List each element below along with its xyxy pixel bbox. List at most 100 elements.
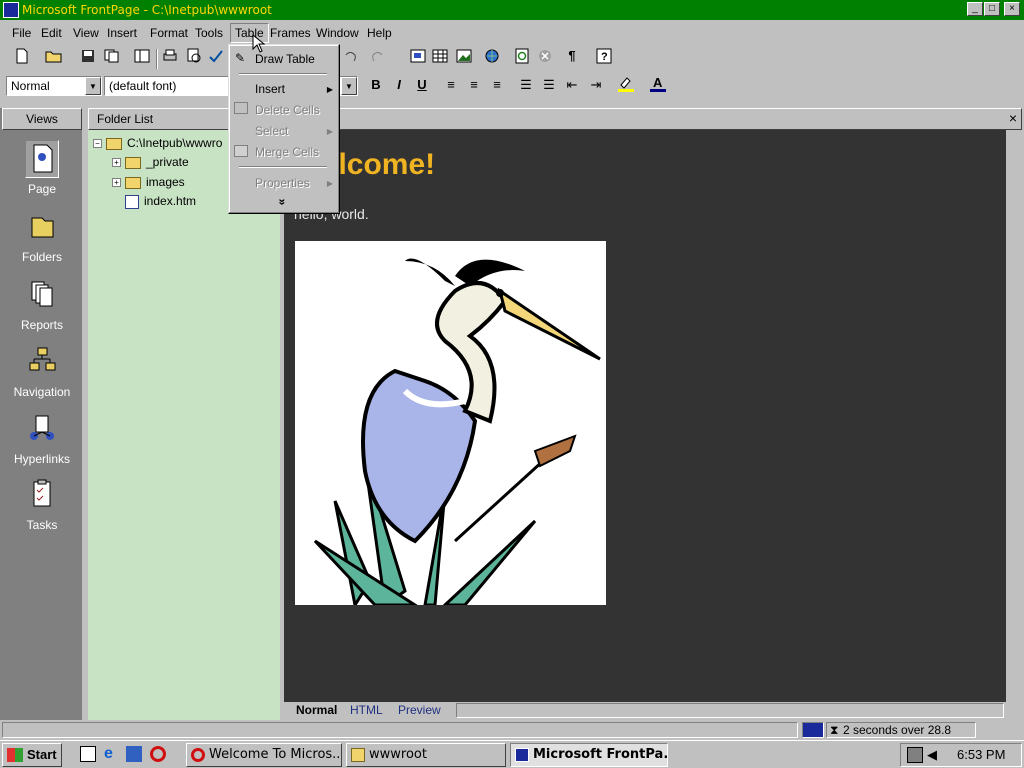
menu-help[interactable]: Help — [367, 26, 392, 40]
html-file-icon — [125, 194, 139, 209]
help-icon[interactable]: ? — [594, 46, 614, 66]
heron-clipart-image[interactable] — [295, 241, 606, 610]
highlight-color-icon[interactable] — [616, 75, 636, 95]
tab-html[interactable]: HTML — [350, 703, 383, 717]
menu-edit[interactable]: Edit — [41, 26, 62, 40]
svg-text:A: A — [653, 75, 663, 90]
view-folders[interactable]: Folders — [0, 210, 84, 264]
vertical-scrollbar[interactable] — [1006, 130, 1022, 702]
tab-preview[interactable]: Preview — [398, 703, 441, 717]
font-value: (default font) — [109, 79, 177, 93]
taskbar: Start e Welcome To Micros... wwwroot Mic… — [0, 740, 1024, 768]
tree-root[interactable]: − C:\Inetpub\wwwro — [93, 134, 222, 152]
task-label: wwwroot — [369, 747, 427, 762]
font-color-icon[interactable]: A — [648, 75, 668, 95]
refresh-icon[interactable] — [512, 46, 532, 66]
menu-insert-submenu[interactable]: Insert — [255, 82, 285, 96]
insert-table-icon[interactable] — [430, 46, 450, 66]
increase-indent-icon[interactable]: ⇥ — [586, 75, 606, 95]
frontpage-app-icon[interactable] — [3, 2, 19, 18]
hyperlink-icon[interactable] — [482, 46, 502, 66]
expand-menu-chevron-icon[interactable]: » — [275, 199, 289, 206]
bold-icon[interactable]: B — [366, 75, 386, 95]
expand-icon[interactable]: + — [112, 178, 121, 188]
maximize-button[interactable]: □ — [984, 2, 1000, 16]
menu-tools[interactable]: Tools — [195, 26, 223, 40]
close-editor-icon[interactable]: × — [1009, 110, 1017, 126]
menu-insert[interactable]: Insert — [107, 26, 137, 40]
view-page[interactable]: Page — [0, 140, 84, 196]
menu-view[interactable]: View — [73, 26, 99, 40]
open-icon[interactable] — [44, 46, 64, 66]
menu-delete-cells[interactable]: Delete Cells — [255, 103, 320, 117]
close-button[interactable]: × — [1004, 2, 1020, 16]
volume-icon[interactable]: ◀ — [927, 747, 941, 763]
tree-item-label: _private — [146, 155, 189, 169]
align-left-icon[interactable]: ≡ — [441, 75, 461, 95]
spelling-icon[interactable] — [206, 46, 226, 66]
menu-window[interactable]: Window — [316, 26, 359, 40]
view-tasks[interactable]: Tasks — [0, 478, 84, 532]
menu-merge-cells[interactable]: Merge Cells — [255, 145, 319, 159]
expand-icon[interactable]: + — [112, 158, 121, 168]
style-dropdown[interactable]: Normal ▼ — [6, 76, 102, 96]
network-icon[interactable] — [907, 747, 923, 763]
show-all-pilcrow-icon[interactable]: ¶ — [562, 46, 582, 66]
table-menu-dropdown: ✎ Draw Table Insert ▶ Delete Cells Selec… — [228, 44, 340, 214]
menu-format[interactable]: Format — [150, 26, 188, 40]
view-reports[interactable]: Reports — [0, 278, 84, 332]
save-icon[interactable] — [78, 46, 98, 66]
menu-properties-submenu[interactable]: Properties — [255, 176, 310, 190]
tree-item-images[interactable]: + images — [112, 173, 185, 191]
outlook-express-icon[interactable] — [80, 746, 96, 762]
italic-icon[interactable]: I — [389, 75, 409, 95]
internet-explorer-icon[interactable]: e — [104, 745, 120, 763]
insert-picture-icon[interactable] — [454, 46, 474, 66]
redo-icon[interactable] — [368, 46, 388, 66]
stop-icon[interactable] — [535, 46, 555, 66]
tab-normal[interactable]: Normal — [296, 703, 337, 717]
merge-cells-icon — [234, 145, 248, 157]
undo-icon[interactable] — [340, 46, 360, 66]
collapse-icon[interactable]: − — [93, 139, 102, 149]
window-title: Microsoft FrontPage - C:\Inetpub\wwwroot — [22, 3, 272, 17]
chevron-down-icon[interactable]: ▼ — [341, 77, 357, 95]
desktop-icon[interactable] — [126, 746, 142, 762]
opera-icon[interactable] — [150, 746, 166, 762]
status-bar: ⧗ 2 seconds over 28.8 — [0, 720, 1024, 740]
numbered-list-icon[interactable]: ☰ — [516, 75, 536, 95]
view-navigation[interactable]: Navigation — [0, 345, 84, 399]
chevron-down-icon[interactable]: ▼ — [85, 77, 101, 95]
folder-list-icon[interactable] — [132, 46, 152, 66]
connection-icon — [802, 722, 824, 738]
menu-draw-table[interactable]: Draw Table — [255, 52, 315, 66]
tree-item-private[interactable]: + _private — [112, 153, 189, 171]
view-tasks-label: Tasks — [26, 518, 58, 532]
start-button[interactable]: Start — [2, 743, 62, 767]
bulleted-list-icon[interactable]: ☰ — [539, 75, 559, 95]
submenu-arrow-icon: ▶ — [326, 127, 333, 136]
print-icon[interactable] — [160, 46, 180, 66]
view-hyperlinks-label: Hyperlinks — [13, 452, 70, 466]
new-page-icon[interactable] — [12, 46, 32, 66]
task-wwwroot[interactable]: wwwroot — [346, 743, 506, 767]
preview-in-browser-icon[interactable] — [184, 46, 204, 66]
underline-icon[interactable]: U — [412, 75, 432, 95]
tree-item-index[interactable]: index.htm — [125, 192, 196, 210]
menu-file[interactable]: File — [12, 26, 31, 40]
decrease-indent-icon[interactable]: ⇤ — [562, 75, 582, 95]
task-frontpage[interactable]: Microsoft FrontPa... — [510, 743, 668, 767]
page-editor[interactable]: Welcome! hello, world. — [284, 130, 1006, 702]
minimize-button[interactable]: _ — [967, 2, 983, 16]
menu-frames[interactable]: Frames — [270, 26, 311, 40]
menu-select-submenu[interactable]: Select — [255, 124, 288, 138]
align-center-icon[interactable]: ≡ — [464, 75, 484, 95]
view-hyperlinks[interactable]: Hyperlinks — [0, 412, 84, 466]
insert-component-icon[interactable] — [408, 46, 428, 66]
clock[interactable]: 6:53 PM — [957, 747, 1005, 762]
task-welcome[interactable]: Welcome To Micros... — [186, 743, 342, 767]
align-right-icon[interactable]: ≡ — [487, 75, 507, 95]
view-reports-label: Reports — [20, 318, 64, 332]
publish-icon[interactable] — [102, 46, 122, 66]
horizontal-scrollbar[interactable] — [456, 703, 1004, 718]
